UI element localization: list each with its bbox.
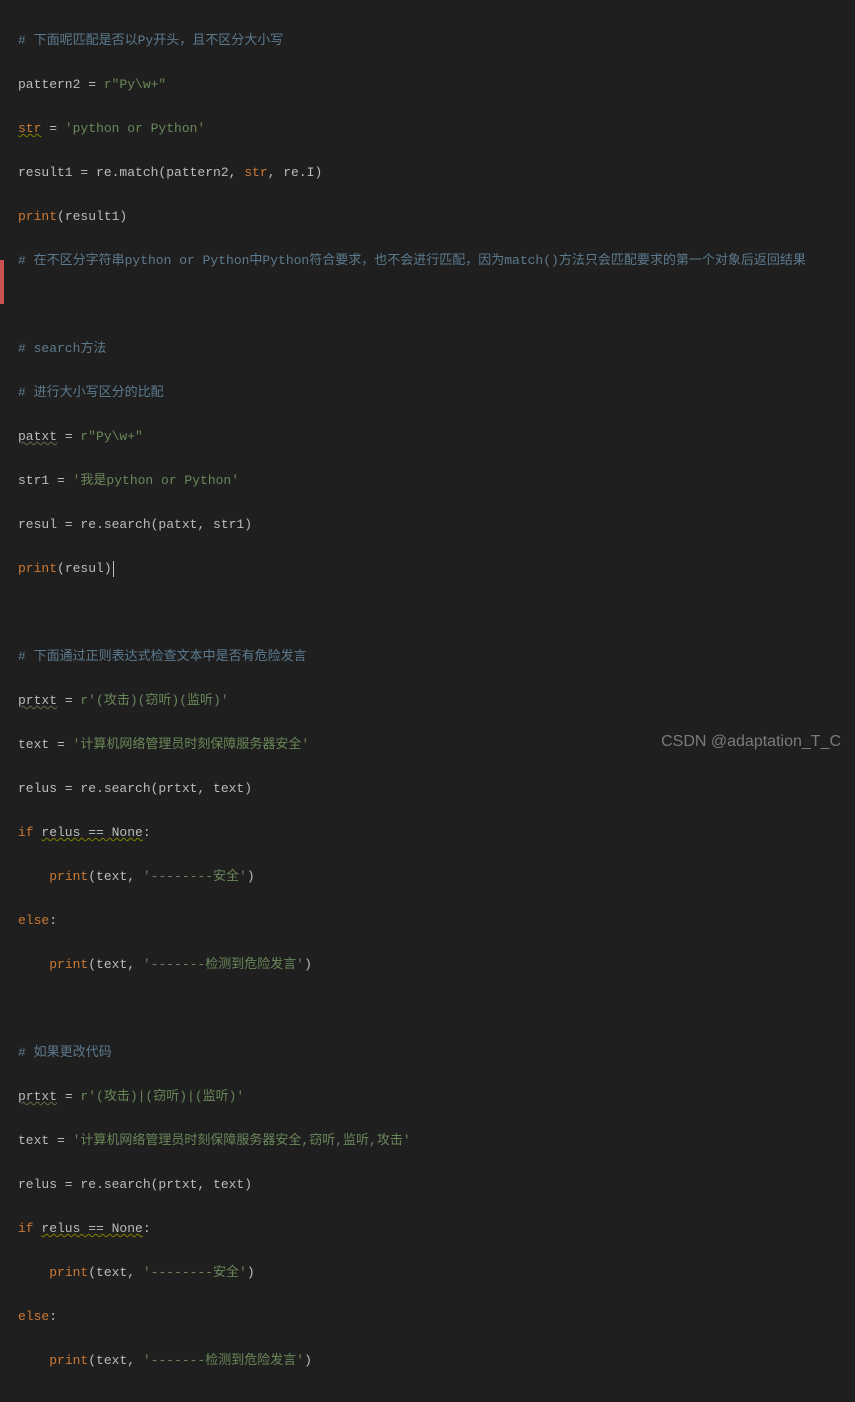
code-line: print(text, '--------安全') <box>18 1262 837 1284</box>
code-line: resul = re.search(patxt, str1) <box>18 514 837 536</box>
comment: # 如果更改代码 <box>18 1045 112 1060</box>
code-line: prtxt = r'(攻击)|(窃听)|(监听)' <box>18 1086 837 1108</box>
code-line: # search方法 <box>18 338 837 360</box>
code-editor[interactable]: # 下面呢匹配是否以Py开头，且不区分大小写 pattern2 = r"Py\w… <box>0 0 855 1402</box>
code-line: result1 = re.match(pattern2, str, re.I) <box>18 162 837 184</box>
code-line: else: <box>18 1306 837 1328</box>
comment: # 下面通过正则表达式检查文本中是否有危险发言 <box>18 649 307 664</box>
code-line: relus = re.search(prtxt, text) <box>18 778 837 800</box>
code-line: print(result1) <box>18 206 837 228</box>
code-line: relus = re.search(prtxt, text) <box>18 1174 837 1196</box>
print-call: print <box>49 1353 88 1368</box>
code-line: # 进行大小写区分的比配 <box>18 382 837 404</box>
builtin-str: str <box>18 121 41 136</box>
code-line: patxt = r"Py\w+" <box>18 426 837 448</box>
comment: # 下面呢匹配是否以Py开头，且不区分大小写 <box>18 33 283 48</box>
watermark: CSDN @adaptation_T_C <box>661 731 841 753</box>
code-line: # 下面通过正则表达式检查文本中是否有危险发言 <box>18 646 837 668</box>
blank-line <box>18 294 837 316</box>
code-line: print(text, '-------检测到危险发言') <box>18 954 837 976</box>
code-line: prtxt = r'(攻击)(窃听)(监听)' <box>18 690 837 712</box>
print-call: print <box>49 1265 88 1280</box>
gutter <box>0 0 4 763</box>
code-line: str = 'python or Python' <box>18 118 837 140</box>
print-call: print <box>18 561 57 576</box>
code-line: # 如果更改代码 <box>18 1042 837 1064</box>
blank-line <box>18 998 837 1020</box>
code-line: if relus == None: <box>18 1218 837 1240</box>
print-call: print <box>49 957 88 972</box>
code-line: print(text, '-------检测到危险发言') <box>18 1350 837 1372</box>
text-cursor <box>113 561 114 577</box>
print-call: print <box>49 869 88 884</box>
blank-line <box>18 602 837 624</box>
code-line: text = '计算机网络管理员时刻保障服务器安全,窃听,监听,攻击' <box>18 1130 837 1152</box>
code-line: # 下面呢匹配是否以Py开头，且不区分大小写 <box>18 30 837 52</box>
print-call: print <box>18 209 57 224</box>
comment: # search方法 <box>18 341 106 356</box>
code-line: pattern2 = r"Py\w+" <box>18 74 837 96</box>
code-line: print(text, '--------安全') <box>18 866 837 888</box>
code-line: print(resul) <box>18 558 837 580</box>
comment: # 在不区分字符串python or Python中Python符合要求，也不会… <box>18 253 806 268</box>
code-line: str1 = '我是python or Python' <box>18 470 837 492</box>
code-line: else: <box>18 910 837 932</box>
comment: # 进行大小写区分的比配 <box>18 385 164 400</box>
code-line: # 在不区分字符串python or Python中Python符合要求，也不会… <box>18 250 837 272</box>
code-line: if relus == None: <box>18 822 837 844</box>
